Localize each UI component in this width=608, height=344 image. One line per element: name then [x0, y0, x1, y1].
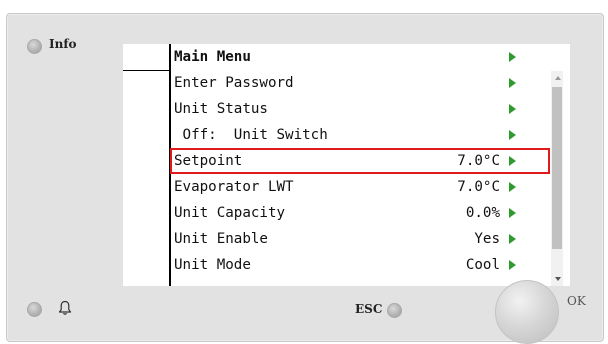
scrollbar-thumb[interactable] [552, 87, 562, 249]
scroll-down-icon[interactable] [555, 277, 561, 281]
play-arrow-icon [509, 156, 516, 166]
play-arrow-icon [509, 104, 516, 114]
menu-item-label: Unit Status [174, 101, 268, 117]
esc-label: ESC [355, 302, 383, 316]
menu-item-unit-switch-status[interactable]: Off: Unit Switch [170, 122, 550, 148]
play-arrow-icon [509, 52, 516, 62]
menu-item-value: 7.0°C [457, 179, 500, 195]
menu-item-setpoint[interactable]: Setpoint 7.0°C [170, 148, 550, 174]
menu-item-label: Unit Capacity [174, 205, 286, 221]
menu-item-value: Yes [474, 231, 500, 247]
esc-button[interactable] [387, 303, 402, 318]
menu-item-enter-password[interactable]: Enter Password [170, 70, 550, 96]
info-led [27, 39, 42, 54]
menu-item-unit-capacity[interactable]: Unit Capacity 0.0% [170, 200, 550, 226]
menu-title-row[interactable]: Main Menu [170, 44, 550, 70]
play-arrow-icon [509, 208, 516, 218]
menu-item-label: Off: Unit Switch [174, 127, 328, 143]
menu-item-unit-enable[interactable]: Unit Enable Yes [170, 226, 550, 252]
play-arrow-icon [509, 130, 516, 140]
header-rule [123, 70, 170, 71]
menu-title: Main Menu [174, 49, 251, 65]
scroll-up-icon[interactable] [555, 76, 561, 80]
menu-item-label: Unit Enable [174, 231, 268, 247]
display-screen: Main Menu Enter Password Unit Status Off… [123, 44, 570, 286]
ok-label: OK [567, 294, 586, 308]
menu-item-label: Setpoint [174, 153, 243, 169]
info-label: Info [49, 37, 77, 51]
menu-item-evaporator-lwt[interactable]: Evaporator LWT 7.0°C [170, 174, 550, 200]
scrollbar[interactable] [551, 71, 563, 286]
menu-item-label: Enter Password [174, 75, 294, 91]
play-arrow-icon [509, 182, 516, 192]
menu-item-value: Cool [465, 257, 500, 273]
play-arrow-icon [509, 234, 516, 244]
ok-knob[interactable] [495, 280, 559, 344]
menu-item-label: Unit Mode [174, 257, 251, 273]
controller-panel: Info Main Menu Enter Password Unit Statu… [6, 13, 604, 344]
menu-item-unit-status[interactable]: Unit Status [170, 96, 550, 122]
alarm-led [27, 302, 42, 317]
play-arrow-icon [509, 78, 516, 88]
play-arrow-icon [509, 260, 516, 270]
menu-item-label: Evaporator LWT [174, 179, 294, 195]
menu-item-value: 0.0% [465, 205, 500, 221]
menu-item-unit-mode[interactable]: Unit Mode Cool [170, 252, 550, 278]
bell-icon[interactable] [58, 300, 72, 316]
menu-item-value: 7.0°C [457, 153, 500, 169]
